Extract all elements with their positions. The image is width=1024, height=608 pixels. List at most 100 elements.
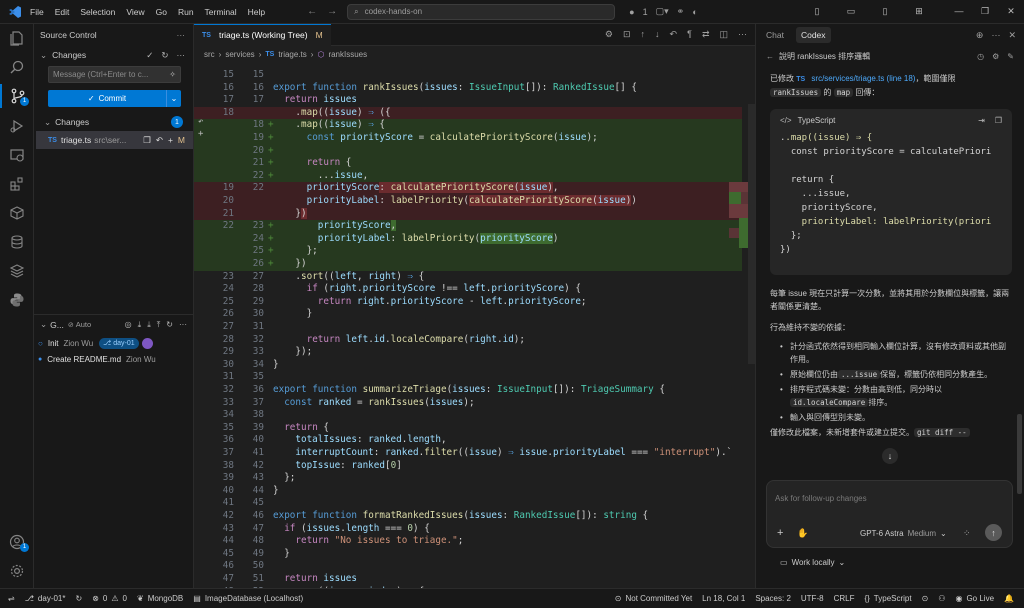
copilot-icon[interactable]: ⚇ <box>938 594 945 603</box>
chat-toggle-icon[interactable]: ▢▾ <box>656 6 669 17</box>
toggle-inline-icon[interactable]: ⇄ <box>702 29 710 40</box>
pull-icon[interactable]: ⤓ <box>147 320 151 330</box>
revert-icon[interactable]: ↶ <box>670 29 678 40</box>
stage-block-icon[interactable]: + <box>198 128 203 140</box>
fetch-icon[interactable]: ⤓ <box>138 320 142 330</box>
go-live-button[interactable]: ◉ Go Live <box>955 594 994 603</box>
source-control-icon[interactable]: 1 <box>0 84 34 108</box>
graph-section-header[interactable]: ⌄ G... ⊘ Auto ◎ ⤓ ⤓ ⤒ ↻ ··· <box>34 314 193 334</box>
toggle-secondary-sidebar-icon[interactable]: ▯ <box>872 6 898 17</box>
send-button[interactable]: ↑ <box>985 524 1002 541</box>
forward-arrow-icon[interactable]: → <box>327 6 337 17</box>
next-change-icon[interactable]: ↓ <box>655 29 660 40</box>
search-icon[interactable] <box>0 55 34 79</box>
more-icon[interactable]: ··· <box>179 320 187 330</box>
toggle-panel-icon[interactable]: ▭ <box>838 6 864 17</box>
minimap[interactable] <box>729 182 749 252</box>
commit-state[interactable]: ⊙ Not Committed Yet <box>615 594 692 603</box>
menu-selection[interactable]: Selection <box>80 7 115 17</box>
problems-status[interactable]: ⊗ 0 ⚠ 0 <box>92 594 127 603</box>
refresh-icon[interactable]: ↻ <box>166 320 173 330</box>
open-changes-icon[interactable]: ⊡ <box>623 29 631 40</box>
mongodb-status[interactable]: ❦ MongoDB <box>137 594 183 603</box>
crumb-symbol[interactable]: rankIssues <box>328 50 367 59</box>
chat-scrollbar[interactable] <box>1017 414 1022 494</box>
extensions-icon[interactable] <box>0 172 34 196</box>
menu-go[interactable]: Go <box>156 7 167 17</box>
copilot-dot-icon[interactable]: ● <box>629 7 634 17</box>
more-actions-icon[interactable]: ··· <box>991 30 1000 41</box>
indentation[interactable]: Spaces: 2 <box>755 594 791 603</box>
changes-section-header[interactable]: ⌄ Changes ✓ ↻ ··· <box>34 46 193 64</box>
encoding[interactable]: UTF-8 <box>801 594 824 603</box>
feedback-icon[interactable]: ⊙ <box>922 594 929 603</box>
restore-icon[interactable]: ❐ <box>972 6 998 17</box>
database-status[interactable]: ▤ ImageDatabase (Localhost) <box>193 594 303 603</box>
commit-button[interactable]: ✓ Commit <box>48 90 166 107</box>
push-icon[interactable]: ⤒ <box>157 320 161 330</box>
stage-icon[interactable]: + <box>168 135 173 145</box>
follow-up-input[interactable]: Ask for follow-up changes <box>775 494 867 503</box>
close-panel-icon[interactable]: ✕ <box>1008 30 1016 41</box>
copy-icon[interactable]: ❐ <box>995 116 1002 125</box>
tab-triage-ts[interactable]: TS triage.ts (Working Tree) M <box>194 23 331 46</box>
commit-check-icon[interactable]: ✓ <box>146 50 153 61</box>
history-icon[interactable]: ◷ <box>977 52 984 61</box>
settings-gear-icon[interactable]: ⚙ <box>992 52 999 61</box>
hand-icon[interactable]: ✋ <box>797 528 808 539</box>
add-context-icon[interactable]: + <box>777 527 783 539</box>
close-icon[interactable]: ✕ <box>998 6 1024 17</box>
half-circle-icon[interactable]: ◐ <box>692 7 697 17</box>
revert-block-icon[interactable]: ↶ <box>198 116 203 128</box>
more-icon[interactable]: ··· <box>177 50 186 61</box>
containers-icon[interactable] <box>0 201 34 225</box>
commit-row-readme[interactable]: ● Create README.md Zion Wu <box>34 350 193 368</box>
settings-gear-icon[interactable] <box>0 559 34 583</box>
more-actions-icon[interactable]: ··· <box>738 29 747 40</box>
crumb-file[interactable]: triage.ts <box>278 50 306 59</box>
new-chat-icon[interactable]: ⊕ <box>976 30 984 41</box>
layers-icon[interactable] <box>0 259 34 283</box>
stage-icon[interactable]: ¶ <box>687 29 692 40</box>
remote-indicator[interactable]: ⇌ <box>8 594 15 603</box>
accounts-icon[interactable]: ⚭ <box>677 6 685 17</box>
run-debug-icon[interactable] <box>0 114 34 138</box>
commit-message-input[interactable]: Message (Ctrl+Enter to c... ✧ <box>48 66 181 83</box>
end-of-line[interactable]: CRLF <box>834 594 855 603</box>
model-selector[interactable]: GPT-6 Astra Medium ⌄ <box>860 529 947 538</box>
cursor-position[interactable]: Ln 18, Col 1 <box>702 594 745 603</box>
split-editor-icon[interactable]: ◫ <box>719 29 728 40</box>
previous-change-icon[interactable]: ↑ <box>641 29 646 40</box>
discard-icon[interactable]: ↶ <box>156 135 163 146</box>
toggle-sidebar-icon[interactable]: ▯ <box>804 6 830 17</box>
tab-chat[interactable]: Chat <box>766 30 784 40</box>
scroll-down-button[interactable]: ↓ <box>882 448 898 464</box>
back-arrow-icon[interactable]: ← <box>766 52 774 61</box>
menu-view[interactable]: View <box>126 7 144 17</box>
menu-file[interactable]: File <box>30 7 44 17</box>
menu-terminal[interactable]: Terminal <box>205 7 237 17</box>
file-link[interactable]: src/services/triage.ts (line 18) <box>811 74 915 83</box>
minimize-icon[interactable]: — <box>946 6 972 17</box>
python-icon[interactable] <box>0 288 34 312</box>
commit-dropdown-button[interactable]: ⌄ <box>166 90 181 107</box>
work-mode-selector[interactable]: ▭ Work locally ⌄ <box>780 558 845 567</box>
back-arrow-icon[interactable]: ← <box>307 6 317 17</box>
sparkle-icon[interactable]: ✧ <box>169 70 176 79</box>
crumb-src[interactable]: src <box>204 50 215 59</box>
changes-group-header[interactable]: ⌄ Changes 1 <box>34 113 193 131</box>
menu-run[interactable]: Run <box>178 7 194 17</box>
refresh-icon[interactable]: ↻ <box>161 50 168 61</box>
command-center[interactable]: ⌕ codex-hands-on <box>347 3 616 20</box>
more-actions-icon[interactable]: ··· <box>177 30 186 40</box>
open-file-icon[interactable]: ❐ <box>143 135 151 146</box>
target-icon[interactable]: ◎ <box>125 320 132 330</box>
branch-status[interactable]: ⎇ day-01* <box>25 594 66 603</box>
notifications-icon[interactable]: 🔔 <box>1004 594 1014 603</box>
language-mode[interactable]: {} TypeScript <box>864 594 911 603</box>
changed-file-row[interactable]: TS triage.ts src\ser... ❐ ↶ + M <box>36 131 193 149</box>
graph-auto-icon[interactable]: ⊘ <box>68 321 74 329</box>
crumb-services[interactable]: services <box>225 50 254 59</box>
menu-edit[interactable]: Edit <box>55 7 70 17</box>
sync-icon[interactable]: ↻ <box>76 594 83 603</box>
